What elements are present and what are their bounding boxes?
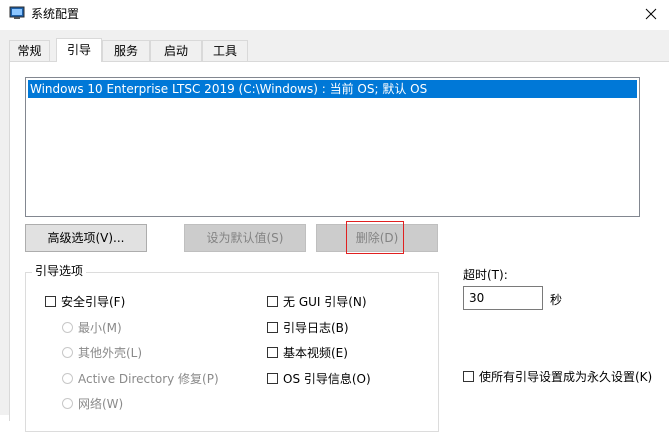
checkbox-box[interactable] <box>45 296 56 307</box>
list-item[interactable]: Windows 10 Enterprise LTSC 2019 (C:\Wind… <box>28 80 637 98</box>
no-gui-boot-label: 无 GUI 引导(N) <box>283 295 367 309</box>
tab-services[interactable]: 服务 <box>102 40 150 61</box>
tab-startup[interactable]: 启动 <box>150 40 202 61</box>
timeout-input[interactable] <box>463 286 543 310</box>
make-permanent-checkbox[interactable]: 使所有引导设置成为永久设置(K) <box>463 369 653 385</box>
radio-circle[interactable] <box>62 322 73 333</box>
radio-circle[interactable] <box>62 373 73 384</box>
base-video-label: 基本视频(E) <box>283 346 348 360</box>
checkbox-box[interactable] <box>267 373 278 384</box>
timeout-label: 超时(T): <box>463 268 508 282</box>
checkbox-box[interactable] <box>267 347 278 358</box>
boot-log-label: 引导日志(B) <box>283 321 349 335</box>
os-boot-info-label: OS 引导信息(O) <box>283 372 371 386</box>
checkbox-box[interactable] <box>267 296 278 307</box>
os-list[interactable]: Windows 10 Enterprise LTSC 2019 (C:\Wind… <box>25 77 640 217</box>
tab-tools[interactable]: 工具 <box>202 40 248 61</box>
ad-repair-label: Active Directory 修复(P) <box>78 372 219 386</box>
delete-highlight-annotation <box>346 221 404 254</box>
close-icon[interactable] <box>641 4 661 24</box>
set-default-button[interactable]: 设为默认值(S) <box>184 224 306 252</box>
checkbox-box[interactable] <box>267 322 278 333</box>
advanced-options-button[interactable]: 高级选项(V)... <box>25 224 147 252</box>
tab-general[interactable]: 常规 <box>9 40 50 61</box>
alternate-shell-label: 其他外壳(L) <box>78 346 143 360</box>
minimal-label: 最小(M) <box>78 321 122 335</box>
timeout-unit: 秒 <box>550 293 563 307</box>
make-permanent-label: 使所有引导设置成为永久设置(K) <box>479 370 653 384</box>
tab-boot[interactable]: 引导 <box>56 38 102 62</box>
boot-options-label: 引导选项 <box>32 264 87 278</box>
title-bar: 系统配置 <box>0 0 669 30</box>
network-label: 网络(W) <box>78 397 124 411</box>
safe-boot-label: 安全引导(F) <box>61 295 126 309</box>
radio-circle[interactable] <box>62 347 73 358</box>
system-config-app-icon <box>9 6 25 19</box>
window-title: 系统配置 <box>31 7 80 21</box>
radio-circle[interactable] <box>62 398 73 409</box>
checkbox-box[interactable] <box>463 371 474 382</box>
